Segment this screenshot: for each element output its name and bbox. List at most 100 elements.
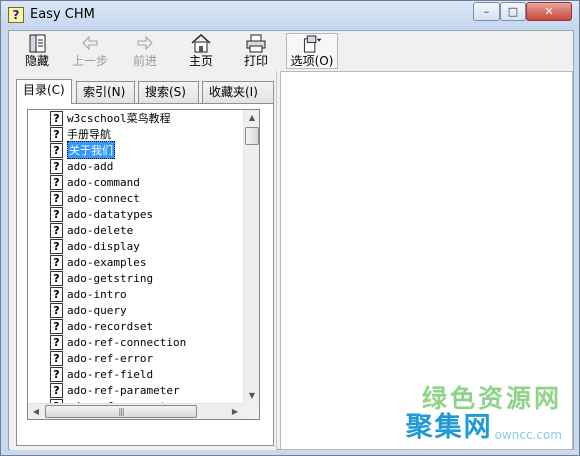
topic-content-pane[interactable]: 绿色资源网 聚集网 owncc.com bbox=[280, 71, 573, 450]
tree-item[interactable]: ? ado-intro bbox=[28, 286, 244, 302]
tree-item-label: ado-connect bbox=[67, 191, 140, 205]
tree-item-label: ado-ref-connection bbox=[67, 335, 187, 349]
tree-item[interactable]: ? ado-examples bbox=[28, 254, 244, 270]
tree-item[interactable]: ? ado-recordset bbox=[28, 318, 244, 334]
options-button[interactable]: 选项(O) bbox=[286, 33, 338, 69]
tree-item[interactable]: ? 手册导航 bbox=[28, 126, 244, 142]
tree-item-label: 关于我们 bbox=[67, 141, 115, 159]
watermark-line2: 聚集网 bbox=[405, 412, 493, 443]
tree-item[interactable]: ? ado-ref-parameter bbox=[28, 382, 244, 398]
tree-item[interactable]: ? ado-ref-error bbox=[28, 350, 244, 366]
tab-search[interactable]: 搜索(S) bbox=[138, 81, 199, 103]
tree-item-label: ado-command bbox=[67, 175, 140, 189]
help-book-icon: ? bbox=[8, 7, 24, 23]
tree-item[interactable]: ? ado-getstring bbox=[28, 270, 244, 286]
print-button[interactable]: 打印 bbox=[230, 33, 282, 69]
help-page-icon: ? bbox=[50, 174, 63, 190]
maximize-button[interactable]: □ bbox=[500, 2, 526, 21]
app-window: ? Easy CHM – □ ✕ 隐藏 上一步 前进 主页 打印 选项(O) 目… bbox=[0, 0, 580, 456]
help-page-icon: ? bbox=[50, 190, 63, 206]
tree-item[interactable]: ? ado-connect bbox=[28, 190, 244, 206]
tree-item-label: ado-display bbox=[67, 239, 140, 253]
title-bar[interactable]: ? Easy CHM – □ ✕ bbox=[1, 1, 579, 29]
back-arrow-icon bbox=[82, 35, 98, 51]
horizontal-scrollbar[interactable]: ◀ ||| ▶ bbox=[28, 403, 259, 419]
tree-item[interactable]: ? ado-command bbox=[28, 174, 244, 190]
tree-item-label: ado-intro bbox=[67, 287, 127, 301]
print-label: 打印 bbox=[243, 54, 268, 68]
navigation-pane: 目录(C) 索引(N) 搜索(S) 收藏夹(I) ? w3cschool菜鸟教程?… bbox=[10, 71, 277, 450]
back-label: 上一步 bbox=[71, 54, 108, 68]
tree-item-label: 手册导航 bbox=[67, 128, 111, 141]
help-page-icon: ? bbox=[50, 254, 63, 270]
home-button[interactable]: 主页 bbox=[175, 33, 227, 69]
tree-item-label: ado-ref-error bbox=[67, 351, 154, 365]
help-page-icon: ? bbox=[50, 382, 63, 398]
options-label: 选项(O) bbox=[290, 54, 334, 68]
tree-item[interactable]: ? w3cschool菜鸟教程 bbox=[28, 110, 244, 126]
client-area: 隐藏 上一步 前进 主页 打印 选项(O) 目录(C) 索引(N) 搜索(S) … bbox=[8, 30, 574, 450]
help-page-icon: ? bbox=[50, 366, 63, 382]
options-icon bbox=[303, 35, 322, 53]
scroll-down-icon[interactable]: ▼ bbox=[244, 388, 259, 404]
help-page-icon: ? bbox=[50, 238, 63, 254]
scroll-left-icon[interactable]: ◀ bbox=[28, 404, 44, 419]
tree-item[interactable]: ? ado-delete bbox=[28, 222, 244, 238]
toolbar: 隐藏 上一步 前进 主页 打印 选项(O) bbox=[9, 31, 573, 71]
help-page-icon: ? bbox=[50, 286, 63, 302]
tree-item-label: ado-recordset bbox=[67, 319, 154, 333]
help-page-icon: ? bbox=[50, 334, 63, 350]
help-page-icon: ? bbox=[50, 270, 63, 286]
help-page-icon: ? bbox=[50, 318, 63, 334]
tree-item-label: ado-examples bbox=[67, 255, 147, 269]
help-page-icon: ? bbox=[50, 222, 63, 238]
hide-button[interactable]: 隐藏 bbox=[11, 33, 63, 69]
vertical-scroll-thumb[interactable] bbox=[245, 127, 259, 145]
minimize-button[interactable]: – bbox=[473, 2, 500, 21]
tree-item[interactable]: ? ado-ref-connection bbox=[28, 334, 244, 350]
home-icon bbox=[191, 34, 211, 53]
tree-item[interactable]: ? ado-ref-field bbox=[28, 366, 244, 382]
forward-button[interactable]: 前进 bbox=[119, 33, 171, 69]
help-page-icon: ? bbox=[50, 126, 63, 142]
tree-item-label: ado-datatypes bbox=[67, 207, 154, 221]
scroll-corner bbox=[243, 403, 259, 419]
tree-item[interactable]: ? 关于我们 bbox=[28, 141, 244, 159]
tree-item[interactable]: ? ado-datatypes bbox=[28, 206, 244, 222]
window-title: Easy CHM bbox=[30, 7, 95, 22]
tab-strip: 目录(C) 索引(N) 搜索(S) 收藏夹(I) bbox=[16, 79, 274, 104]
home-label: 主页 bbox=[188, 54, 213, 68]
tab-index[interactable]: 索引(N) bbox=[76, 81, 135, 103]
tree-item-label: ado-ref-parameter bbox=[67, 383, 180, 397]
hide-pane-icon bbox=[29, 34, 46, 53]
contents-panel: ? w3cschool菜鸟教程? 手册导航? 关于我们? ado-add? ado-com… bbox=[16, 103, 274, 446]
help-page-icon: ? bbox=[50, 206, 63, 222]
scroll-up-icon[interactable]: ▲ bbox=[244, 110, 259, 126]
tree-item-label: ado-getstring bbox=[67, 271, 154, 285]
contents-tree[interactable]: ? w3cschool菜鸟教程? 手册导航? 关于我们? ado-add? ado-com… bbox=[27, 109, 260, 420]
horizontal-scroll-thumb[interactable]: ||| bbox=[45, 405, 197, 418]
watermark: 绿色资源网 聚集网 owncc.com bbox=[406, 385, 562, 443]
scroll-right-icon[interactable]: ▶ bbox=[227, 404, 243, 419]
tree-item[interactable]: ? ado-display bbox=[28, 238, 244, 254]
tab-favorites[interactable]: 收藏夹(I) bbox=[202, 81, 274, 103]
tab-contents[interactable]: 目录(C) bbox=[16, 79, 72, 104]
help-page-icon: ? bbox=[50, 302, 63, 318]
tree-item-label: ado-delete bbox=[67, 223, 134, 237]
watermark-line1: 绿色资源网 bbox=[421, 384, 562, 413]
forward-label: 前进 bbox=[132, 54, 157, 68]
tree-list: ? w3cschool菜鸟教程? 手册导航? 关于我们? ado-add? ado-com… bbox=[28, 110, 244, 419]
tree-item[interactable]: ? ado-query bbox=[28, 302, 244, 318]
tree-item-label: ado-query bbox=[67, 303, 127, 317]
tree-item-label: w3cschool菜鸟教程 bbox=[67, 112, 171, 125]
close-button[interactable]: ✕ bbox=[526, 2, 572, 21]
tree-item-label: ado-add bbox=[67, 159, 114, 173]
vertical-scrollbar[interactable]: ▲ ▼ bbox=[243, 110, 259, 404]
back-button[interactable]: 上一步 bbox=[64, 33, 116, 69]
help-page-icon: ? bbox=[50, 110, 63, 126]
tree-item[interactable]: ? ado-add bbox=[28, 158, 244, 174]
help-page-icon: ? bbox=[50, 142, 63, 158]
forward-arrow-icon bbox=[137, 35, 153, 51]
hide-label: 隐藏 bbox=[24, 54, 49, 68]
help-page-icon: ? bbox=[50, 158, 63, 174]
